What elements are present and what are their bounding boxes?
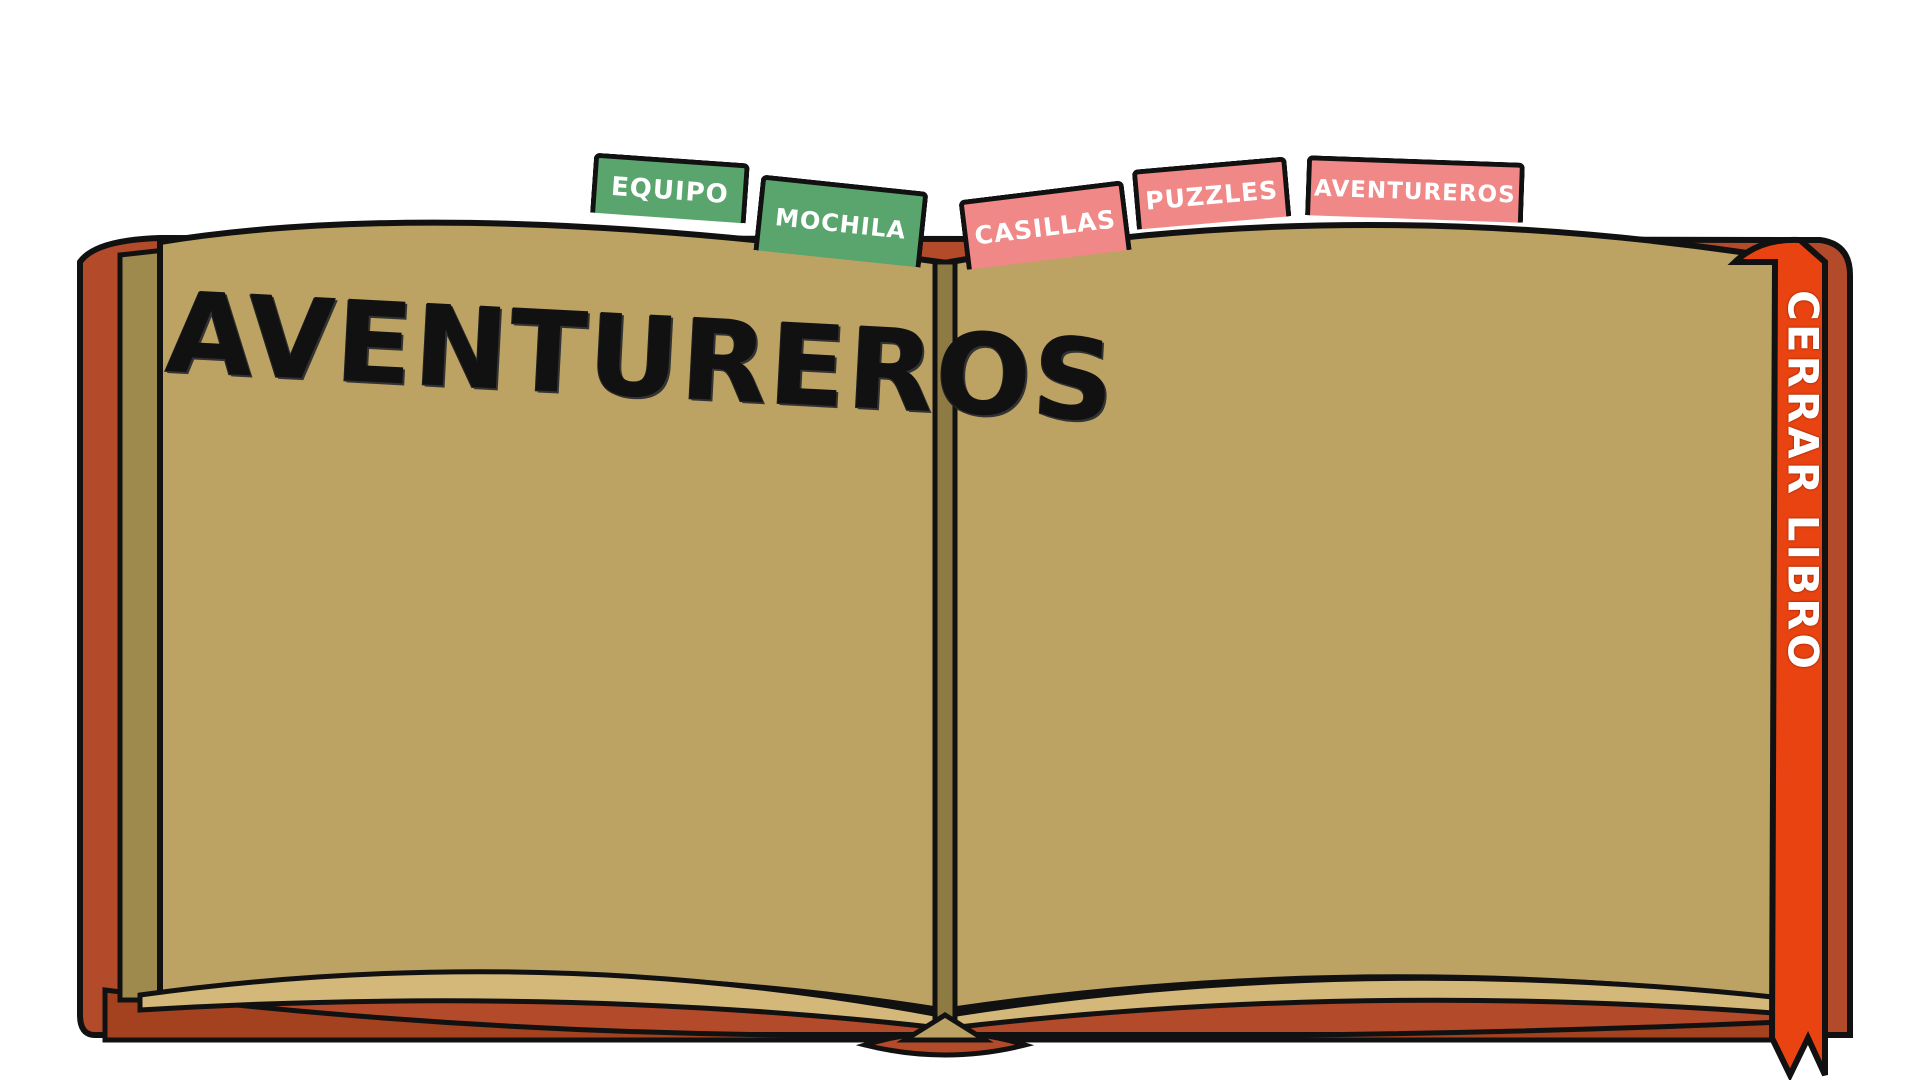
book-scene <box>77 219 1853 1080</box>
tab-aventureros[interactable]: AVENTUREROS <box>1305 155 1525 223</box>
close-book-button[interactable] <box>1770 246 1836 1026</box>
tab-equipo[interactable]: EQUIPO <box>590 152 750 224</box>
